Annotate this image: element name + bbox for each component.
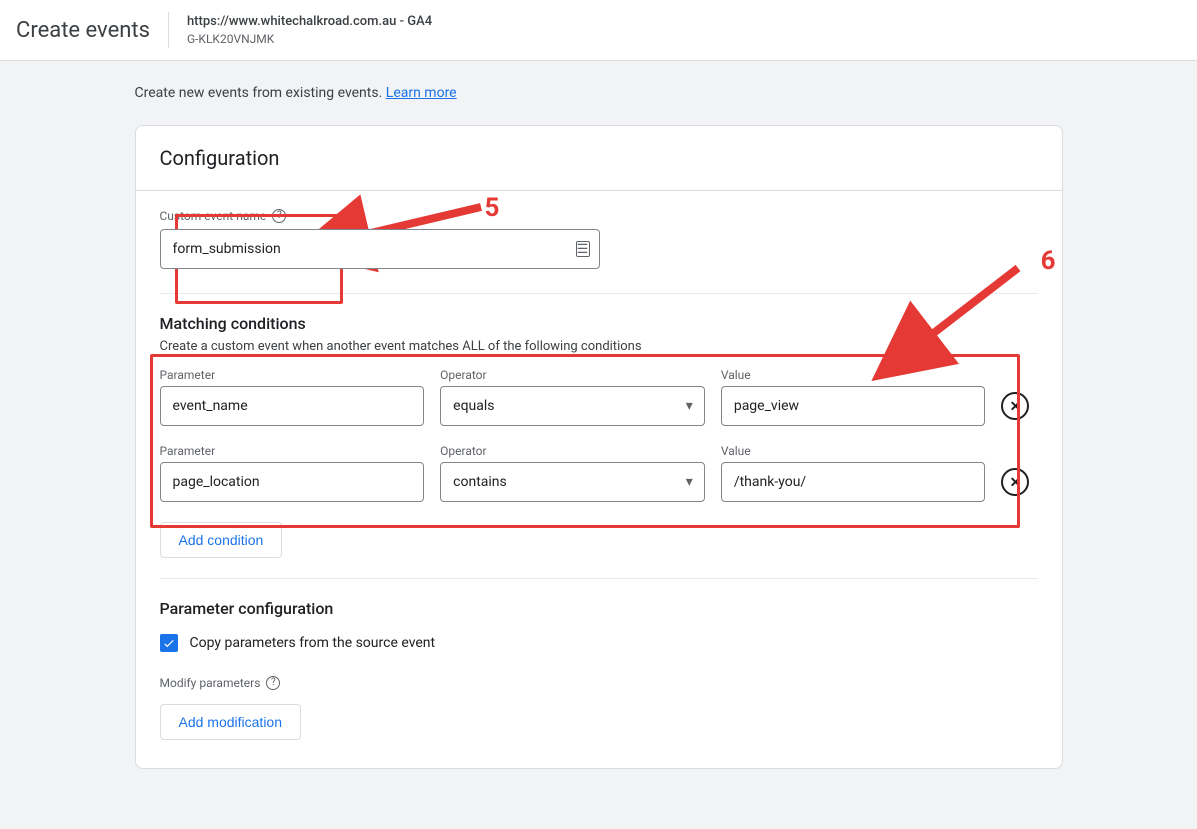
parameter-config-title: Parameter configuration: [160, 599, 1038, 618]
help-icon[interactable]: ?: [272, 209, 286, 223]
section-divider: [160, 293, 1038, 294]
custom-event-name-label: Custom event name ?: [160, 209, 1038, 223]
card-header: Configuration: [136, 126, 1062, 191]
conditions-grid: Parameter Operator Value ▾ ✕: [160, 368, 1038, 502]
add-modification-button[interactable]: Add modification: [160, 704, 302, 740]
remove-condition-button[interactable]: ✕: [1001, 392, 1029, 420]
matching-conditions-title: Matching conditions: [160, 314, 1038, 333]
copy-params-checkbox[interactable]: [160, 634, 178, 652]
learn-more-link[interactable]: Learn more: [386, 85, 457, 101]
measurement-id: G-KLK20VNJMK: [187, 31, 432, 47]
condition-value-input[interactable]: [721, 386, 986, 426]
matching-conditions-subtitle: Create a custom event when another event…: [160, 339, 1038, 354]
condition-operator-select[interactable]: [440, 462, 705, 502]
col-value-label: Value: [721, 368, 986, 382]
col-parameter-label: Parameter: [160, 444, 425, 458]
custom-event-name-input[interactable]: [160, 229, 600, 269]
modify-parameters-label: Modify parameters ?: [160, 676, 1038, 690]
property-url: https://www.whitechalkroad.com.au - GA4: [187, 13, 432, 31]
condition-operator-select[interactable]: [440, 386, 705, 426]
section-divider: [160, 578, 1038, 579]
intro-text: Create new events from existing events. …: [135, 85, 1063, 101]
condition-parameter-input[interactable]: [160, 462, 425, 502]
col-parameter-label: Parameter: [160, 368, 425, 382]
col-operator-label: Operator: [440, 368, 705, 382]
card-header-title: Configuration: [160, 146, 1038, 170]
property-info: https://www.whitechalkroad.com.au - GA4 …: [187, 13, 432, 47]
configuration-card: Configuration 5 Custom event name ?: [135, 125, 1063, 769]
page-header: Create events https://www.whitechalkroad…: [0, 0, 1197, 61]
annotation-number-6: 6: [1041, 246, 1056, 276]
condition-value-input[interactable]: [721, 462, 986, 502]
intro-copy: Create new events from existing events.: [135, 85, 383, 101]
page-title: Create events: [16, 18, 150, 43]
modify-parameters-text: Modify parameters: [160, 676, 261, 690]
add-condition-button[interactable]: Add condition: [160, 522, 283, 558]
condition-parameter-input[interactable]: [160, 386, 425, 426]
col-operator-label: Operator: [440, 444, 705, 458]
contacts-icon[interactable]: ☰: [576, 241, 590, 257]
copy-params-label: Copy parameters from the source event: [190, 635, 436, 651]
remove-condition-button[interactable]: ✕: [1001, 468, 1029, 496]
col-value-label: Value: [721, 444, 986, 458]
header-divider: [168, 12, 169, 48]
check-icon: [162, 636, 176, 650]
help-icon[interactable]: ?: [266, 676, 280, 690]
custom-event-name-label-text: Custom event name: [160, 209, 267, 223]
